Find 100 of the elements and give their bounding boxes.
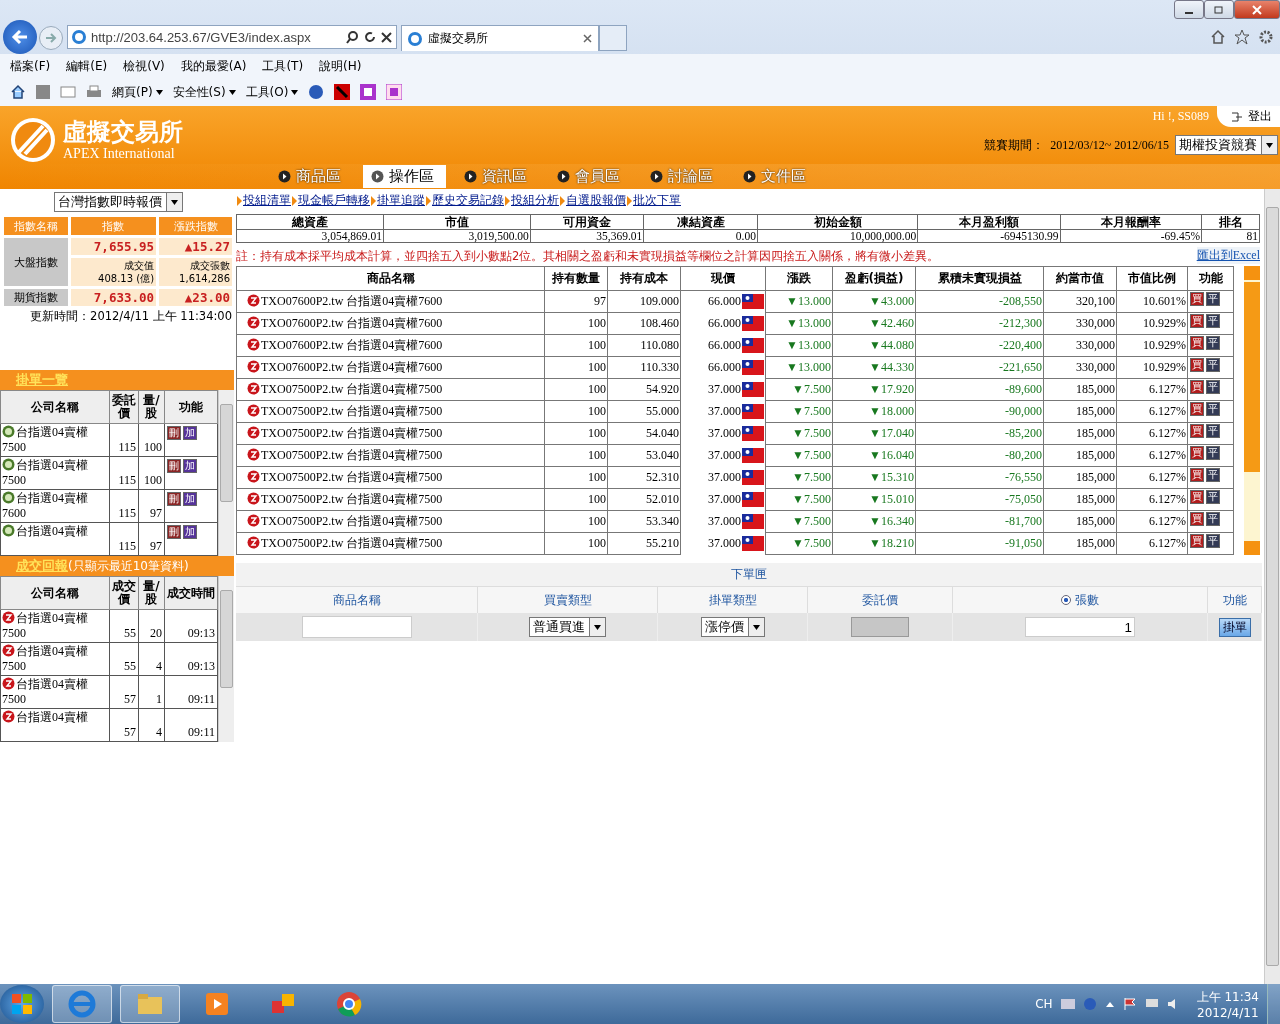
buy-button[interactable]: 買 [1190, 336, 1204, 350]
radio-button[interactable] [1061, 595, 1071, 605]
delete-button[interactable]: 刪 [167, 492, 181, 506]
scrollbar[interactable] [218, 576, 234, 742]
address-bar[interactable]: http://203.64.253.67/GVE3/index.aspx [67, 25, 397, 49]
delete-button[interactable]: 刪 [167, 426, 181, 440]
price-text: 37.000 [708, 535, 741, 551]
order-type-select[interactable]: 漲停價 [700, 617, 765, 637]
toolbar-menu[interactable]: 安全性(S) [172, 83, 236, 101]
toolbar-menu[interactable]: 網頁(P) [112, 83, 163, 101]
refresh-icon[interactable] [364, 31, 376, 43]
search-icon[interactable] [345, 30, 359, 44]
index-select[interactable]: 台灣指數即時報價 [53, 192, 183, 212]
settings-icon[interactable] [1258, 29, 1274, 45]
star-icon[interactable] [1234, 29, 1250, 45]
round-browser-icon[interactable] [334, 989, 364, 1019]
order-panel-title: 下單匣 [730, 566, 768, 583]
buy-button[interactable]: 買 [1190, 468, 1204, 482]
add-button[interactable]: 加 [183, 426, 197, 440]
buy-button[interactable]: 買 [1190, 490, 1204, 504]
new-tab-button[interactable] [599, 25, 627, 51]
close-position-button[interactable]: 平 [1206, 292, 1220, 306]
restore-icon [1213, 4, 1225, 15]
sub-nav-link[interactable]: 投組清單 [243, 192, 291, 209]
product-input-field[interactable] [301, 616, 412, 638]
close-button[interactable] [1234, 0, 1280, 19]
contest-select[interactable]: 期權投資競賽 [1175, 135, 1278, 155]
menu-item[interactable]: 檢視(V) [123, 57, 165, 75]
sub-nav-link[interactable]: 自選股報價 [566, 192, 626, 209]
scrollbar[interactable] [218, 390, 234, 556]
home-icon[interactable] [10, 84, 26, 100]
minimize-button[interactable] [1174, 0, 1204, 19]
add-button[interactable]: 加 [183, 459, 197, 473]
export-excel-link[interactable]: 匯出到Excel [1196, 247, 1260, 264]
sub-nav-link[interactable]: 歷史交易記錄 [432, 192, 504, 209]
add-on-icon[interactable] [334, 84, 351, 100]
menu-item[interactable]: 工具(T) [262, 57, 304, 75]
show-desktop-button[interactable] [1267, 984, 1280, 1024]
buy-button[interactable]: 買 [1190, 380, 1204, 394]
table-cell: 100 [544, 356, 608, 379]
back-button[interactable] [3, 20, 37, 54]
buy-button[interactable]: 買 [1190, 512, 1204, 526]
printer-icon[interactable] [86, 85, 102, 99]
buy-button[interactable]: 買 [1190, 424, 1204, 438]
sub-nav-link[interactable]: 批次下單 [633, 192, 681, 209]
buy-button[interactable]: 買 [1190, 446, 1204, 460]
quantity-input-field[interactable]: 1 [1025, 617, 1135, 637]
side-select[interactable]: 普通買進 [529, 617, 606, 637]
close-position-button[interactable]: 平 [1206, 380, 1220, 394]
nav-tab[interactable]: 操作區 [363, 165, 446, 188]
buy-button[interactable]: 買 [1190, 314, 1204, 328]
sub-nav-link[interactable]: 投組分析 [511, 192, 559, 209]
circle-badge-icon [2, 458, 15, 471]
buy-button[interactable]: 買 [1190, 402, 1204, 416]
buy-button[interactable]: 買 [1190, 358, 1204, 372]
close-position-button[interactable]: 平 [1206, 358, 1220, 372]
taskbar-button[interactable] [52, 985, 112, 1023]
add-button[interactable]: 加 [183, 525, 197, 539]
scrollbar[interactable] [1244, 266, 1260, 555]
close-position-button[interactable]: 平 [1206, 534, 1220, 548]
forward-button[interactable] [39, 26, 63, 50]
buy-button[interactable]: 買 [1190, 292, 1204, 306]
logout-button[interactable]: 登出 [1217, 106, 1280, 127]
menu-item[interactable]: 我的最愛(A) [180, 57, 247, 75]
table-cell: 52.010 [607, 488, 681, 511]
close-position-button[interactable]: 平 [1206, 336, 1220, 350]
table-cell: ▼7.500 [765, 532, 833, 555]
start-button[interactable] [0, 985, 44, 1023]
page-scrollbar[interactable] [1264, 189, 1280, 984]
product-name: 台指選04賣權 [16, 644, 88, 658]
menu-item[interactable]: 說明(H) [319, 57, 362, 75]
buy-button[interactable]: 買 [1190, 534, 1204, 548]
menu-item[interactable]: 檔案(F) [10, 57, 51, 75]
submit-order-button[interactable]: 掛單 [1218, 617, 1251, 637]
close-position-button[interactable]: 平 [1206, 446, 1220, 460]
toolbar-menu[interactable]: 工具(O) [245, 83, 299, 101]
sub-nav-link[interactable]: 現金帳戶轉移 [298, 192, 370, 209]
restore-button[interactable] [1204, 0, 1234, 19]
menu-item[interactable]: 編輯(E) [66, 57, 108, 75]
taskbar-button[interactable] [120, 985, 180, 1023]
browser-tab[interactable]: 虛擬交易所 [401, 25, 599, 51]
home-icon[interactable] [1210, 29, 1226, 45]
column-header: 漲跌 [765, 266, 833, 291]
close-position-button[interactable]: 平 [1206, 314, 1220, 328]
close-icon[interactable] [583, 34, 592, 43]
delete-button[interactable]: 刪 [167, 525, 181, 539]
logout-icon [1231, 111, 1243, 122]
close-position-button[interactable]: 平 [1206, 424, 1220, 438]
close-position-button[interactable]: 平 [1206, 402, 1220, 416]
windows-logo-icon [10, 992, 34, 1016]
tray-expand-icon[interactable] [1104, 1000, 1115, 1008]
input-language[interactable]: CH [1035, 997, 1053, 1011]
close-position-button[interactable]: 平 [1206, 490, 1220, 504]
close-position-button[interactable]: 平 [1206, 512, 1220, 526]
delete-button[interactable]: 刪 [167, 459, 181, 473]
flag-icon[interactable] [1122, 997, 1137, 1011]
close-icon[interactable] [381, 31, 392, 43]
close-position-button[interactable]: 平 [1206, 468, 1220, 482]
sub-nav-link[interactable]: 掛單追蹤 [377, 192, 425, 209]
add-button[interactable]: 加 [183, 492, 197, 506]
